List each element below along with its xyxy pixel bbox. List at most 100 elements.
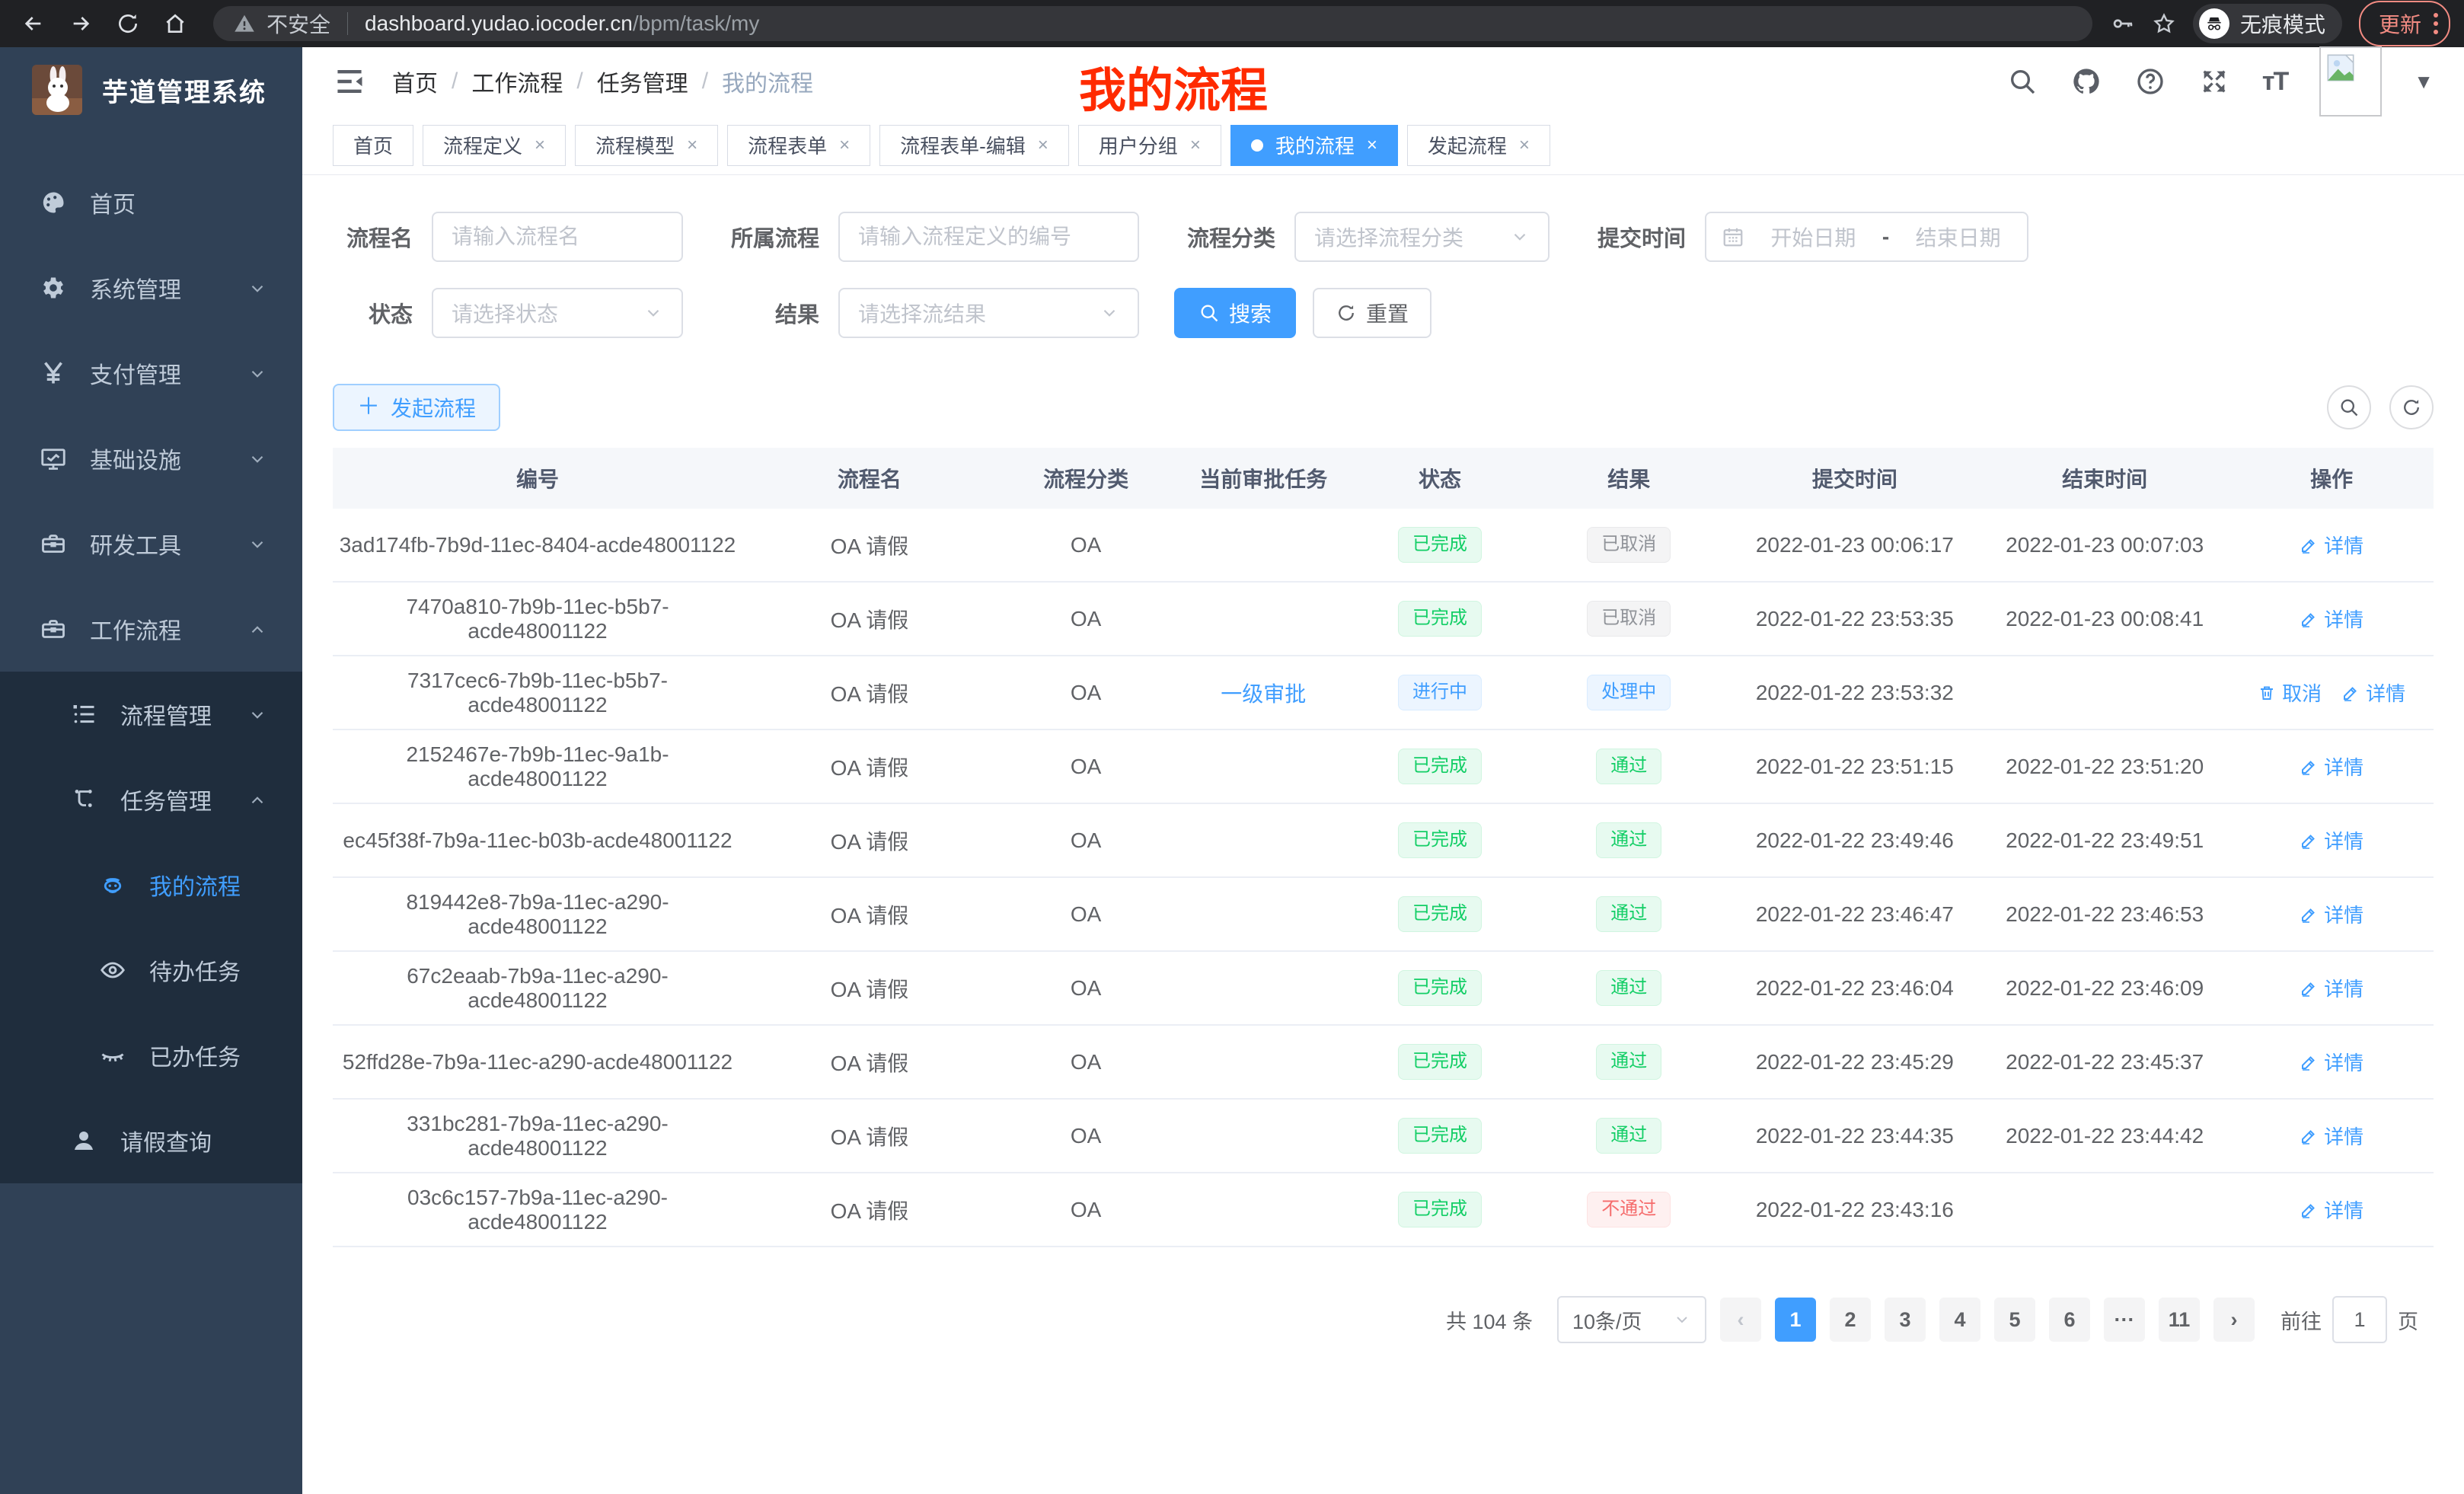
close-icon[interactable]: × xyxy=(687,136,697,155)
search-button[interactable]: 搜索 xyxy=(1174,288,1296,338)
sidebar-item-task-mgmt[interactable]: 任务管理 xyxy=(0,757,302,842)
sidebar-item-leave-query[interactable]: 请假查询 xyxy=(0,1098,302,1183)
calendar-icon xyxy=(1722,225,1744,248)
page-button-2[interactable]: 2 xyxy=(1830,1298,1871,1342)
github-icon[interactable] xyxy=(2070,65,2102,97)
close-icon[interactable]: × xyxy=(1367,136,1377,155)
cell-current-task: 一级审批 xyxy=(1175,678,1352,708)
avatar[interactable] xyxy=(2319,46,2382,117)
status-badge: 已完成 xyxy=(1398,1192,1482,1227)
tab-process-def[interactable]: 流程定义× xyxy=(423,125,566,166)
filter-status: 状态 请选择状态 xyxy=(333,288,683,338)
close-icon[interactable]: × xyxy=(1190,136,1201,155)
detail-link[interactable]: 详情 xyxy=(2300,531,2363,559)
detail-link[interactable]: 详情 xyxy=(2300,900,2363,928)
page-size-select[interactable]: 10条/页 xyxy=(1557,1296,1706,1343)
tree-list-icon xyxy=(69,699,99,729)
cell-actions: 详情 xyxy=(2229,1196,2434,1224)
sidebar-item-payment[interactable]: 支付管理 xyxy=(0,330,302,416)
plus-icon: ＋ xyxy=(357,396,380,419)
font-size-icon[interactable]: тT xyxy=(2262,67,2287,97)
logo-row[interactable]: 芋道管理系统 xyxy=(0,47,302,132)
close-icon[interactable]: × xyxy=(535,136,545,155)
refresh-table-button[interactable] xyxy=(2389,385,2434,429)
status-select[interactable]: 请选择状态 xyxy=(432,288,683,338)
update-button[interactable]: 更新 xyxy=(2359,1,2450,46)
table-row: 3ad174fb-7b9d-11ec-8404-acde48001122OA 请… xyxy=(333,509,2434,583)
tab-process-model[interactable]: 流程模型× xyxy=(575,125,718,166)
hamburger-icon[interactable] xyxy=(333,65,366,98)
tab-my-process[interactable]: 我的流程× xyxy=(1230,125,1398,166)
tab-start-process[interactable]: 发起流程× xyxy=(1407,125,1550,166)
tab-user-group[interactable]: 用户分组× xyxy=(1078,125,1221,166)
detail-link[interactable]: 详情 xyxy=(2300,974,2363,1002)
sidebar-item-devtools[interactable]: 研发工具 xyxy=(0,501,302,586)
chevron-down-icon xyxy=(643,303,663,323)
back-icon[interactable] xyxy=(14,4,53,43)
sidebar-item-todo-tasks[interactable]: 待办任务 xyxy=(0,927,302,1013)
sidebar-item-workflow[interactable]: 工作流程 xyxy=(0,586,302,672)
page-button-3[interactable]: 3 xyxy=(1885,1298,1926,1342)
tab-process-form[interactable]: 流程表单× xyxy=(727,125,870,166)
reload-icon[interactable] xyxy=(108,4,148,43)
close-icon[interactable]: × xyxy=(839,136,850,155)
detail-link[interactable]: 详情 xyxy=(2300,605,2363,633)
toggle-search-button[interactable] xyxy=(2327,385,2371,429)
tab-process-form-edit[interactable]: 流程表单-编辑× xyxy=(879,125,1069,166)
breadcrumb-item[interactable]: 首页 xyxy=(392,65,438,98)
sidebar-item-system[interactable]: 系统管理 xyxy=(0,245,302,330)
detail-link[interactable]: 详情 xyxy=(2300,752,2363,781)
more-pages-button[interactable]: ··· xyxy=(2104,1298,2145,1342)
goto-page-input[interactable] xyxy=(2332,1296,2387,1343)
cell-end-time: 2022-01-22 23:51:20 xyxy=(1980,755,2229,779)
reset-button[interactable]: 重置 xyxy=(1313,288,1431,338)
tab-label: 首页 xyxy=(353,131,393,159)
cell-process-name: OA 请假 xyxy=(742,899,997,930)
next-page-button[interactable]: › xyxy=(2213,1298,2255,1342)
prev-page-button[interactable]: ‹ xyxy=(1720,1298,1761,1342)
page-button-11[interactable]: 11 xyxy=(2159,1298,2200,1342)
breadcrumb-item[interactable]: 任务管理 xyxy=(597,65,688,98)
page-button-5[interactable]: 5 xyxy=(1994,1298,2035,1342)
sidebar-item-home[interactable]: 首页 xyxy=(0,160,302,245)
cell-category: OA xyxy=(997,607,1176,631)
breadcrumb-item[interactable]: 工作流程 xyxy=(471,65,563,98)
tab-home[interactable]: 首页 xyxy=(333,125,413,166)
page-button-6[interactable]: 6 xyxy=(2049,1298,2090,1342)
sidebar-item-done-tasks[interactable]: 已办任务 xyxy=(0,1013,302,1098)
sidebar-item-my-process[interactable]: 我的流程 xyxy=(0,842,302,927)
task-link[interactable]: 一级审批 xyxy=(1221,682,1306,706)
close-icon[interactable]: × xyxy=(1519,136,1530,155)
home-icon[interactable] xyxy=(155,4,195,43)
result-select[interactable]: 请选择流结果 xyxy=(838,288,1139,338)
search-icon[interactable] xyxy=(2006,65,2038,97)
url-bar[interactable]: 不安全 dashboard.yudao.iocoder.cn/bpm/task/… xyxy=(213,6,2092,41)
create-process-button[interactable]: ＋ 发起流程 xyxy=(333,384,500,431)
category-select[interactable]: 请选择流程分类 xyxy=(1294,212,1550,262)
detail-link[interactable]: 详情 xyxy=(2300,826,2363,854)
detail-link[interactable]: 详情 xyxy=(2341,678,2405,707)
key-icon[interactable] xyxy=(2111,11,2135,36)
close-icon[interactable]: × xyxy=(1038,136,1048,155)
page-button-4[interactable]: 4 xyxy=(1939,1298,1980,1342)
incognito-label: 无痕模式 xyxy=(2240,8,2325,39)
bookmark-star-icon[interactable] xyxy=(2152,11,2176,36)
process-definition-input[interactable] xyxy=(838,212,1139,262)
process-name-input[interactable] xyxy=(432,212,683,262)
cancel-link[interactable]: 取消 xyxy=(2258,678,2322,707)
forward-icon[interactable] xyxy=(61,4,101,43)
page-button-1[interactable]: 1 xyxy=(1775,1298,1816,1342)
sidebar-item-process-mgmt[interactable]: 流程管理 xyxy=(0,672,302,757)
date-range-picker[interactable]: 开始日期 - 结束日期 xyxy=(1705,212,2028,262)
sidebar-item-infra[interactable]: 基础设施 xyxy=(0,416,302,501)
help-icon[interactable] xyxy=(2134,65,2166,97)
breadcrumb-separator: / xyxy=(452,69,458,94)
detail-link[interactable]: 详情 xyxy=(2300,1196,2363,1224)
detail-link[interactable]: 详情 xyxy=(2300,1048,2363,1076)
avatar-caret-icon[interactable]: ▼ xyxy=(2414,70,2434,94)
detail-link[interactable]: 详情 xyxy=(2300,1122,2363,1150)
cell-category: OA xyxy=(997,902,1176,927)
browser-menu-icon[interactable] xyxy=(2434,13,2438,34)
cell-submit-time: 2022-01-22 23:53:32 xyxy=(1730,681,1980,705)
fullscreen-icon[interactable] xyxy=(2198,65,2230,97)
